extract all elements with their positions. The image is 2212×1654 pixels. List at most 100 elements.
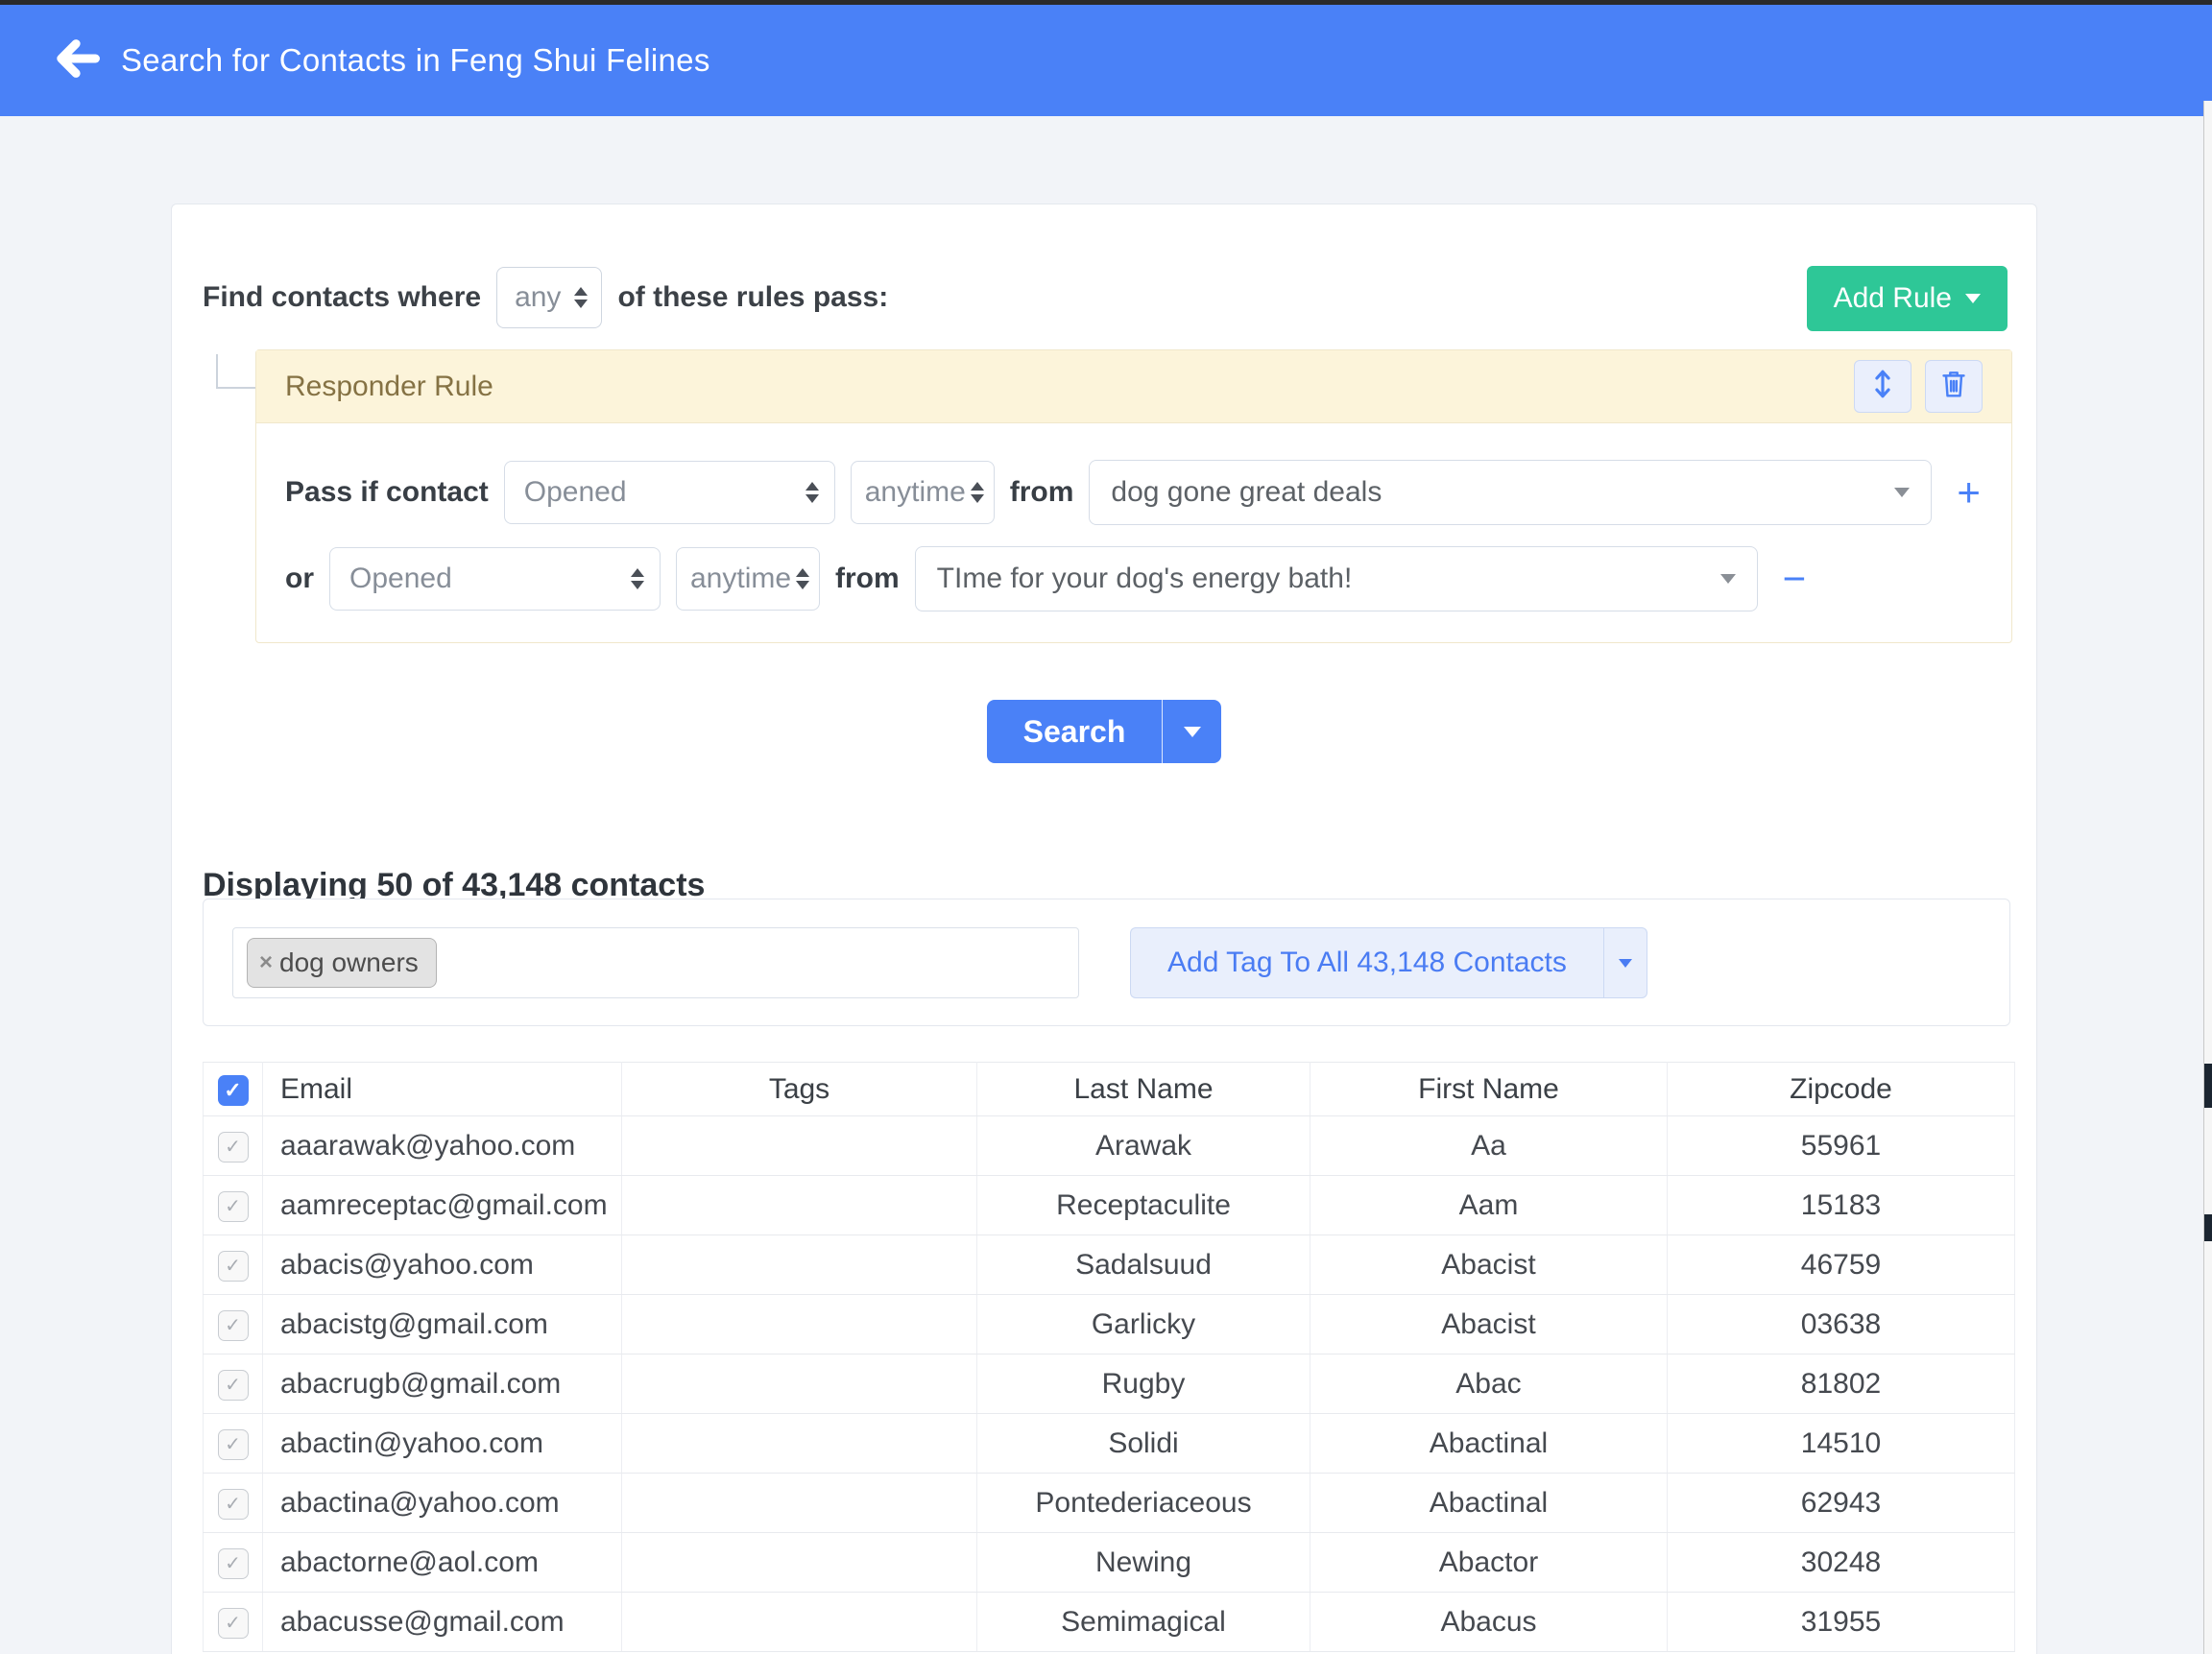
app-header: Search for Contacts in Feng Shui Felines: [0, 5, 2212, 116]
column-header-email[interactable]: Email: [263, 1063, 622, 1116]
row-checkbox[interactable]: ✓: [218, 1489, 249, 1520]
select-all-checkbox[interactable]: ✓: [218, 1075, 249, 1106]
cell-tags: [622, 1354, 977, 1414]
timeframe-select[interactable]: anytime: [851, 461, 995, 524]
cell-email: abacistg@gmail.com: [263, 1295, 622, 1354]
row-checkbox[interactable]: ✓: [218, 1191, 249, 1222]
select-updown-icon: [631, 568, 644, 589]
cell-email: abactina@yahoo.com: [263, 1474, 622, 1533]
tag-input[interactable]: × dog owners: [232, 927, 1079, 998]
cell-tags: [622, 1593, 977, 1652]
row-checkbox[interactable]: ✓: [218, 1251, 249, 1282]
cell-email: abacrugb@gmail.com: [263, 1354, 622, 1414]
column-header-first-name[interactable]: First Name: [1310, 1063, 1668, 1116]
contacts-tbody: ✓aaarawak@yahoo.comArawakAa55961✓aamrece…: [204, 1116, 2015, 1652]
action-select[interactable]: Opened: [329, 547, 661, 611]
rule-title: Responder Rule: [285, 371, 493, 403]
cell-first-name: Abacist: [1310, 1235, 1668, 1295]
cell-tags: [622, 1414, 977, 1474]
column-header-zipcode[interactable]: Zipcode: [1668, 1063, 2015, 1116]
delete-rule-button[interactable]: [1925, 360, 1983, 413]
page-title: Search for Contacts in Feng Shui Felines: [121, 42, 710, 79]
contacts-table: ✓ Email Tags Last Name First Name Zipcod…: [203, 1062, 2015, 1652]
action-select[interactable]: Opened: [504, 461, 835, 524]
table-row: ✓aamreceptac@gmail.comReceptaculiteAam15…: [204, 1176, 2015, 1235]
column-header-tags[interactable]: Tags: [622, 1063, 977, 1116]
cell-zipcode: 14510: [1668, 1414, 2015, 1474]
cell-first-name: Aa: [1310, 1116, 1668, 1176]
match-suffix-label: of these rules pass:: [617, 281, 888, 314]
cell-last-name: Rugby: [977, 1354, 1310, 1414]
condition-prefix-label: or: [285, 563, 314, 595]
row-checkbox[interactable]: ✓: [218, 1370, 249, 1401]
table-row: ✓abacusse@gmail.comSemimagicalAbacus3195…: [204, 1593, 2015, 1652]
cell-last-name: Pontederiaceous: [977, 1474, 1310, 1533]
remove-condition-button[interactable]: −: [1783, 559, 1807, 599]
match-prefix-label: Find contacts where: [203, 281, 481, 314]
table-row: ✓ abacrugb@gmail.com RugbyAbac81802: [204, 1354, 2015, 1414]
timeframe-select[interactable]: anytime: [676, 547, 820, 611]
row-checkbox[interactable]: ✓: [218, 1548, 249, 1579]
page-scrollbar[interactable]: [2203, 101, 2212, 1654]
cell-last-name: Garlicky: [977, 1295, 1310, 1354]
cell-email: abactin@yahoo.com: [263, 1414, 622, 1474]
back-button[interactable]: [50, 34, 104, 87]
cell-last-name: Sadalsuud: [977, 1235, 1310, 1295]
cell-first-name: Abacist: [1310, 1295, 1668, 1354]
responder-rule-header: Responder Rule: [256, 350, 2011, 423]
cell-zipcode: 46759: [1668, 1235, 2015, 1295]
column-header-last-name[interactable]: Last Name: [977, 1063, 1310, 1116]
match-rule-row: Find contacts where any of these rules p…: [203, 267, 888, 328]
responder-rule-body: Pass if contact Opened anytime from dog …: [256, 423, 2011, 611]
cell-tags: [622, 1235, 977, 1295]
cell-first-name: Abac: [1310, 1354, 1668, 1414]
cell-first-name: Abactor: [1310, 1533, 1668, 1593]
chevron-down-icon: [1619, 959, 1632, 968]
match-type-value: any: [515, 281, 561, 314]
search-button[interactable]: Search: [987, 700, 1163, 763]
message-select[interactable]: dog gone great deals: [1089, 460, 1932, 525]
tag-actions-panel: × dog owners Add Tag To All 43,148 Conta…: [203, 899, 2010, 1026]
add-tag-button-group: Add Tag To All 43,148 Contacts: [1130, 927, 1647, 998]
table-row: ✓abacis@yahoo.comSadalsuudAbacist46759: [204, 1235, 2015, 1295]
cell-zipcode: 55961: [1668, 1116, 2015, 1176]
cell-tags: [622, 1295, 977, 1354]
rule-condition-row: or Opened anytime from TIme for your dog…: [285, 546, 1983, 611]
cell-zipcode: 81802: [1668, 1354, 2015, 1414]
cell-last-name: Semimagical: [977, 1593, 1310, 1652]
table-header-row: ✓ Email Tags Last Name First Name Zipcod…: [204, 1063, 2015, 1116]
cell-email: abactorne@aol.com: [263, 1533, 622, 1593]
select-updown-icon: [805, 482, 819, 503]
move-rule-button[interactable]: [1854, 360, 1911, 413]
add-condition-button[interactable]: +: [1957, 472, 1981, 513]
row-checkbox[interactable]: ✓: [218, 1132, 249, 1163]
chevron-down-icon: [1894, 488, 1910, 497]
table-row: ✓aaarawak@yahoo.comArawakAa55961: [204, 1116, 2015, 1176]
cell-zipcode: 30248: [1668, 1533, 2015, 1593]
row-checkbox[interactable]: ✓: [218, 1429, 249, 1460]
from-label: from: [835, 563, 900, 595]
add-tag-button[interactable]: Add Tag To All 43,148 Contacts: [1130, 927, 1603, 998]
cell-zipcode: 03638: [1668, 1295, 2015, 1354]
cell-tags: [622, 1176, 977, 1235]
row-checkbox[interactable]: ✓: [218, 1310, 249, 1341]
arrow-left-icon: [52, 34, 102, 88]
cell-zipcode: 15183: [1668, 1176, 2015, 1235]
tag-chip-label: dog owners: [279, 947, 419, 978]
condition-prefix-label: Pass if contact: [285, 476, 489, 509]
match-type-select[interactable]: any: [496, 267, 602, 328]
row-checkbox[interactable]: ✓: [218, 1608, 249, 1639]
cell-first-name: Abacus: [1310, 1593, 1668, 1652]
message-select[interactable]: TIme for your dog's energy bath!: [915, 546, 1758, 611]
cell-zipcode: 31955: [1668, 1593, 2015, 1652]
add-rule-button[interactable]: Add Rule: [1807, 266, 2008, 331]
add-tag-options-button[interactable]: [1603, 927, 1647, 998]
scrollbar-marker: [2204, 1064, 2212, 1108]
trash-icon: [1939, 369, 1968, 404]
select-updown-icon: [796, 568, 809, 589]
search-options-button[interactable]: [1162, 700, 1221, 763]
cell-tags: [622, 1116, 977, 1176]
select-updown-icon: [971, 482, 984, 503]
remove-tag-icon[interactable]: ×: [259, 949, 273, 976]
cell-last-name: Solidi: [977, 1414, 1310, 1474]
